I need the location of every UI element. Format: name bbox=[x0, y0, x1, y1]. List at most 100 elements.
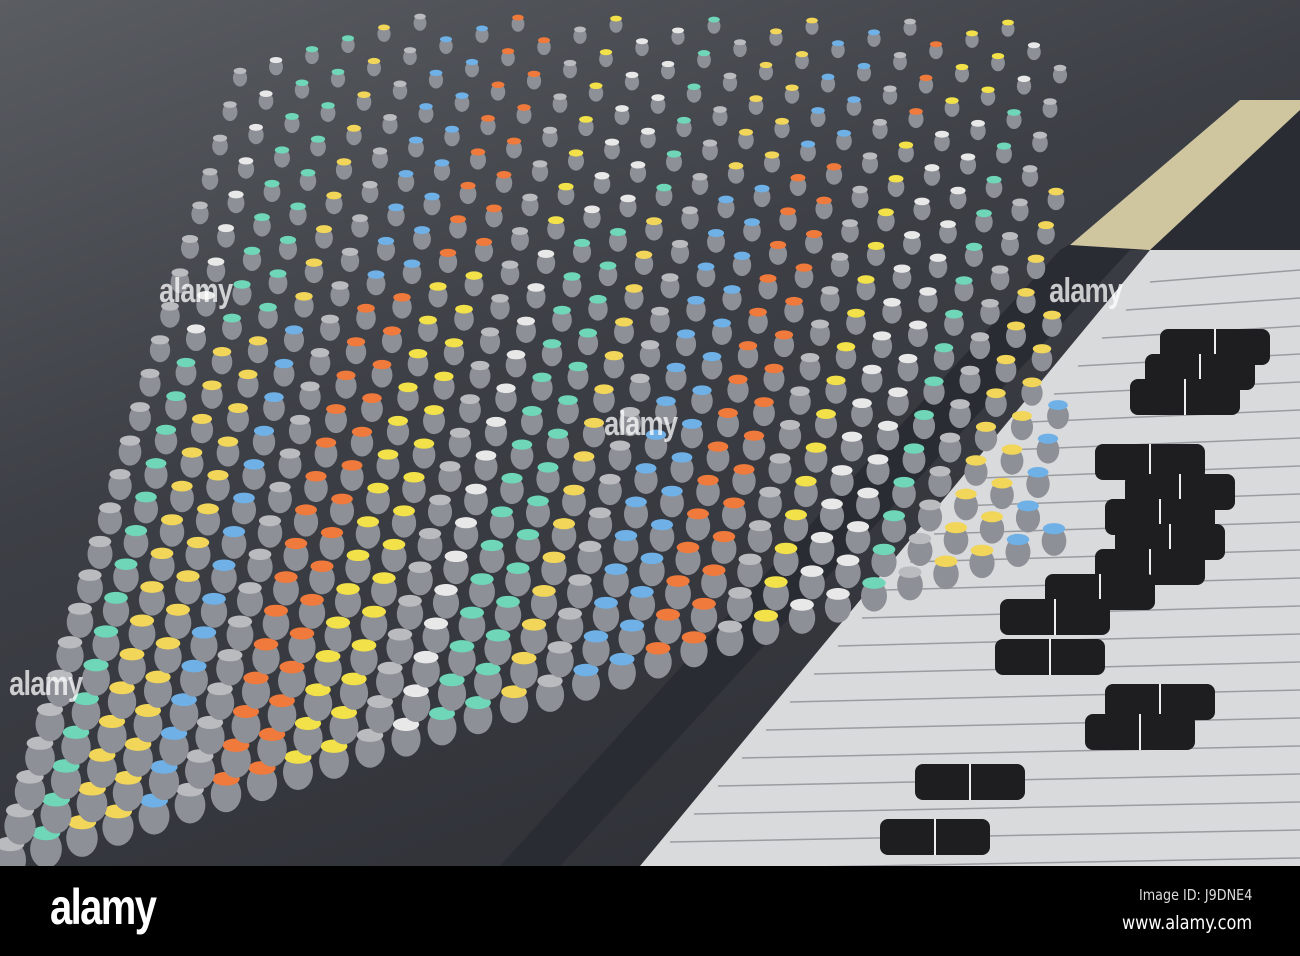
knob-cap bbox=[1048, 187, 1064, 196]
knob-cap bbox=[898, 566, 922, 578]
knob-cap bbox=[966, 30, 978, 37]
knob-cap bbox=[769, 453, 791, 464]
knob-cap bbox=[924, 376, 944, 387]
knob-cap bbox=[388, 415, 408, 426]
knob-cap bbox=[403, 47, 417, 54]
knob-cap bbox=[104, 591, 128, 604]
knob-cap bbox=[619, 619, 645, 632]
knob-cap bbox=[511, 439, 533, 450]
knob-cap bbox=[713, 106, 727, 113]
knob-cap bbox=[857, 487, 879, 499]
knob-cap bbox=[243, 459, 265, 470]
knob-cap bbox=[367, 57, 381, 65]
knob-cap bbox=[537, 249, 555, 258]
knob-cap bbox=[790, 386, 810, 397]
knob-cap bbox=[625, 71, 639, 79]
knob-cap bbox=[666, 150, 682, 158]
knob-cap bbox=[439, 36, 453, 43]
knob-cap bbox=[655, 608, 681, 621]
knob-cap bbox=[352, 214, 368, 223]
knob-cap bbox=[285, 112, 299, 120]
knob-cap bbox=[965, 242, 983, 251]
knob-cap bbox=[310, 560, 334, 572]
knob-cap bbox=[362, 393, 382, 404]
image-id: Image ID: J9DNE4 bbox=[1138, 886, 1252, 904]
knob-cap bbox=[336, 158, 352, 166]
knob-cap bbox=[543, 126, 557, 134]
knob-cap bbox=[625, 496, 647, 508]
knob-cap bbox=[305, 470, 327, 482]
knob-cap bbox=[965, 455, 987, 466]
knob-cap bbox=[697, 474, 719, 486]
knob-cap bbox=[821, 73, 835, 81]
knob-cap bbox=[779, 419, 801, 430]
knob-cap bbox=[264, 604, 288, 617]
knob-cap bbox=[692, 597, 716, 610]
knob-cap bbox=[903, 443, 925, 454]
knob-cap bbox=[480, 327, 500, 337]
knob-cap bbox=[393, 505, 415, 517]
knob-cap bbox=[604, 563, 628, 575]
knob-cap bbox=[1043, 98, 1057, 105]
knob-cap bbox=[470, 573, 494, 585]
knob-cap bbox=[615, 105, 629, 112]
knob-cap bbox=[749, 307, 767, 317]
knob-cap bbox=[909, 320, 927, 330]
knob-cap bbox=[893, 476, 915, 488]
knob-cap bbox=[155, 637, 181, 650]
knob-cap bbox=[728, 587, 752, 599]
knob-cap bbox=[924, 164, 940, 172]
knob-cap bbox=[269, 56, 283, 64]
knob-cap bbox=[403, 259, 421, 268]
knob-cap bbox=[1032, 344, 1052, 354]
knob-cap bbox=[1017, 500, 1039, 512]
knob-cap bbox=[331, 493, 353, 505]
knob-cap bbox=[872, 543, 896, 556]
knob-cap bbox=[315, 225, 333, 234]
knob-cap bbox=[692, 172, 708, 181]
alamy-logo: alamy bbox=[50, 879, 157, 935]
knob-cap bbox=[253, 425, 275, 436]
knob-cap bbox=[785, 509, 807, 521]
knob-cap bbox=[707, 441, 729, 452]
knob-cap bbox=[480, 539, 504, 552]
knob-cap bbox=[295, 504, 317, 516]
knob-cap bbox=[589, 507, 611, 519]
knob-cap bbox=[57, 636, 83, 649]
knob-cap bbox=[836, 129, 852, 137]
watermark: alamy bbox=[604, 405, 678, 443]
knob-cap bbox=[548, 216, 564, 225]
knob-cap bbox=[728, 162, 744, 170]
knob-cap bbox=[785, 84, 799, 92]
knob-cap bbox=[465, 271, 483, 280]
knob-cap bbox=[810, 531, 834, 544]
knob-cap bbox=[202, 380, 222, 391]
knob-cap bbox=[408, 349, 428, 359]
knob-cap bbox=[408, 561, 432, 573]
knob-cap bbox=[336, 370, 356, 381]
knob-cap bbox=[284, 325, 304, 335]
knob-cap bbox=[202, 592, 226, 605]
knob-cap bbox=[702, 564, 726, 576]
knob-cap bbox=[960, 365, 980, 376]
knob-cap bbox=[238, 157, 254, 165]
knob-cap bbox=[1017, 75, 1031, 83]
knob-cap bbox=[568, 361, 588, 372]
knob-cap bbox=[615, 317, 633, 327]
knob-cap bbox=[914, 197, 930, 206]
knob-cap bbox=[491, 293, 509, 303]
knob-cap bbox=[712, 530, 736, 543]
knob-cap bbox=[816, 196, 832, 205]
knob-cap bbox=[573, 451, 595, 462]
knob-cap bbox=[274, 358, 294, 369]
knob-cap bbox=[733, 251, 751, 260]
knob-cap bbox=[212, 134, 228, 142]
knob-cap bbox=[429, 494, 451, 506]
watermark: alamy bbox=[9, 665, 83, 703]
knob-cap bbox=[970, 332, 990, 342]
knob-cap bbox=[1012, 198, 1028, 207]
knob-cap bbox=[753, 609, 779, 622]
knob-cap bbox=[826, 587, 850, 600]
knob-cap bbox=[341, 460, 363, 471]
knob-cap bbox=[362, 605, 386, 618]
